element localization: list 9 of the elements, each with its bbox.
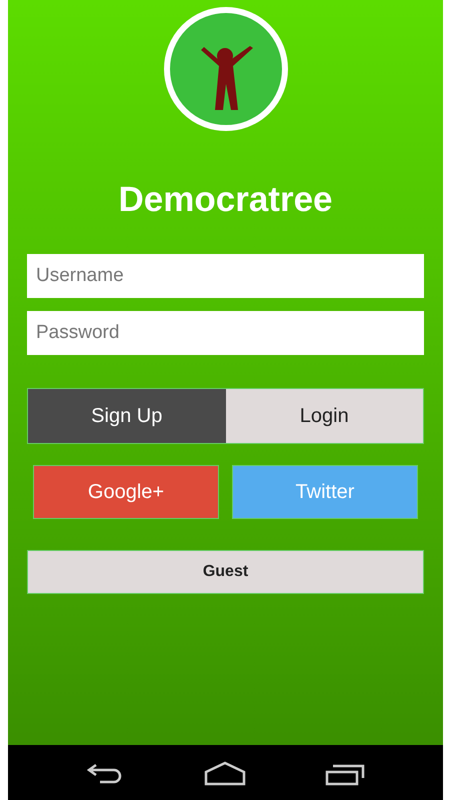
guest-button[interactable]: Guest <box>27 550 424 594</box>
username-field[interactable]: Username <box>27 254 424 298</box>
home-icon[interactable] <box>202 760 248 786</box>
app-title: Democratree <box>118 180 332 220</box>
tree-logo-icon <box>162 6 288 132</box>
mode-tab[interactable]: Sign Up <box>28 389 226 443</box>
mode-tab[interactable]: Login <box>226 389 423 443</box>
social-login-button[interactable]: Google+ <box>33 465 219 519</box>
password-field[interactable]: Password <box>27 311 424 355</box>
